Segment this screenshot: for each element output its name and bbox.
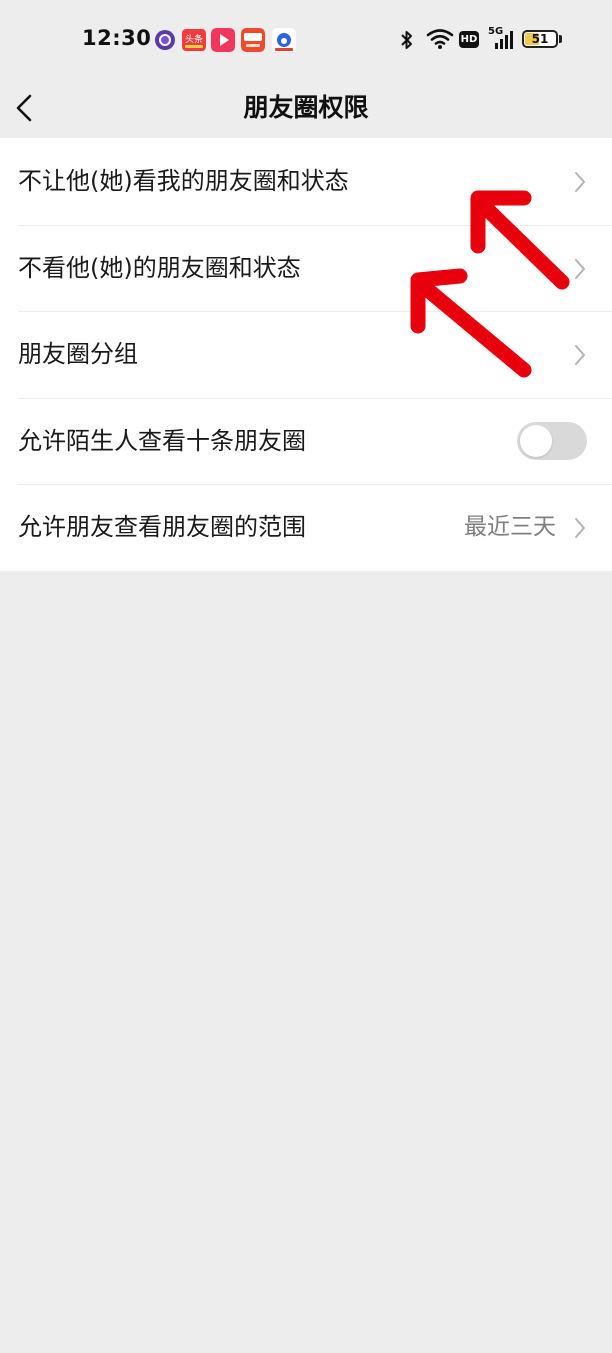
signal-5g-icon xyxy=(495,31,513,49)
status-bar: 12:30 头条 HD 5G 51 xyxy=(0,0,612,78)
toutiao-app-icon: 头条 xyxy=(182,29,206,51)
setting-label: 朋友圈分组 xyxy=(18,340,138,369)
setting-label: 允许朋友查看朋友圈的范围 xyxy=(18,513,306,542)
chevron-right-icon xyxy=(575,518,585,539)
visible-range-value: 最近三天 xyxy=(464,514,556,541)
setting-hide-my-moments[interactable]: 不让他(她)看我的朋友圈和状态 xyxy=(0,138,612,225)
battery-level: 51 xyxy=(531,32,549,46)
toutiao-label: 头条 xyxy=(185,33,203,45)
baidu-app-icon xyxy=(272,28,296,52)
video-app-icon xyxy=(211,28,235,52)
nav-bar: 朋友圈权限 xyxy=(0,78,612,138)
setting-stranger-view-ten: 允许陌生人查看十条朋友圈 xyxy=(0,397,612,485)
status-time: 12:30 xyxy=(82,26,152,50)
page-title: 朋友圈权限 xyxy=(243,93,369,122)
setting-moments-groups[interactable]: 朋友圈分组 xyxy=(0,311,612,398)
chevron-right-icon xyxy=(575,258,585,279)
bluetooth-icon xyxy=(401,31,412,49)
red-app-icon xyxy=(241,28,265,52)
chevron-right-icon xyxy=(575,172,585,192)
hd-icon: HD xyxy=(459,31,479,48)
battery-icon: 51 xyxy=(522,30,558,48)
setting-label: 允许陌生人查看十条朋友圈 xyxy=(18,426,306,455)
setting-hide-their-moments[interactable]: 不看他(她)的朋友圈和状态 xyxy=(0,224,612,312)
stranger-view-toggle[interactable] xyxy=(517,421,587,460)
toggle-knob xyxy=(520,424,552,457)
screen: 12:30 头条 HD 5G 51 朋友圈权限 不让他(她)看我的朋友圈和状态 … xyxy=(0,0,612,1353)
setting-visible-range[interactable]: 允许朋友查看朋友圈的范围 最近三天 xyxy=(0,484,612,571)
setting-label: 不看他(她)的朋友圈和状态 xyxy=(18,253,301,282)
wifi-icon xyxy=(426,29,454,49)
settings-list: 不让他(她)看我的朋友圈和状态 不看他(她)的朋友圈和状态 朋友圈分组 允许陌生… xyxy=(0,138,612,571)
setting-label: 不让他(她)看我的朋友圈和状态 xyxy=(18,167,349,195)
chevron-right-icon xyxy=(575,345,585,366)
battery-cap xyxy=(559,35,562,43)
purple-app-icon xyxy=(155,30,175,50)
